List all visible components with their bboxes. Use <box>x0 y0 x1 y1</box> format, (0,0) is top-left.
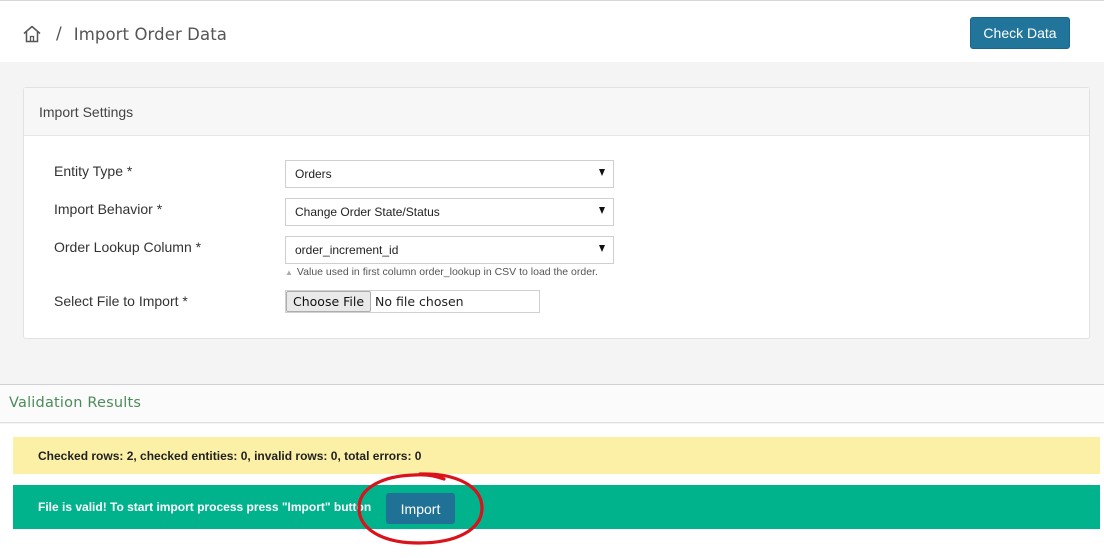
validation-results-title: Validation Results <box>9 395 142 411</box>
chevron-down-icon <box>599 169 605 176</box>
chevron-down-icon <box>599 245 605 252</box>
validation-success-message: File is valid! To start import process p… <box>13 485 1100 529</box>
import-settings-panel: Import Settings Entity Type * Orders Imp… <box>23 87 1090 339</box>
file-status: No file chosen <box>375 294 464 309</box>
import-behavior-select[interactable]: Change Order State/Status <box>285 198 614 226</box>
triangle-up-icon: ▲ <box>285 268 293 277</box>
file-label: Select File to Import * <box>54 293 188 309</box>
lookup-column-label: Order Lookup Column * <box>54 239 202 255</box>
success-message-text: File is valid! To start import process p… <box>38 500 372 514</box>
import-button[interactable]: Import <box>386 493 455 524</box>
lookup-column-select[interactable]: order_increment_id <box>285 236 614 264</box>
entity-type-select[interactable]: Orders <box>285 160 614 188</box>
import-behavior-value: Change Order State/Status <box>295 205 440 219</box>
validation-results-header: Validation Results <box>0 385 1104 423</box>
top-bar: / Import Order Data Check Data <box>0 0 1104 62</box>
lookup-column-value: order_increment_id <box>295 243 399 257</box>
home-icon[interactable] <box>22 24 42 44</box>
entity-type-value: Orders <box>295 167 332 181</box>
breadcrumb: / Import Order Data <box>22 21 227 47</box>
choose-file-button[interactable]: Choose File <box>286 291 372 312</box>
breadcrumb-separator: / <box>56 24 62 44</box>
chevron-down-icon <box>599 207 605 214</box>
check-data-button[interactable]: Check Data <box>970 17 1070 49</box>
validation-summary-message: Checked rows: 2, checked entities: 0, in… <box>13 437 1100 474</box>
page-title: Import Order Data <box>73 24 227 44</box>
entity-type-label: Entity Type * <box>54 163 133 179</box>
import-behavior-label: Import Behavior * <box>54 201 163 217</box>
file-input[interactable]: Choose File No file chosen <box>285 290 540 313</box>
lookup-column-hint: ▲ Value used in first column order_lookup… <box>285 266 598 278</box>
lookup-column-hint-text: Value used in first column order_lookup … <box>296 266 598 278</box>
panel-title: Import Settings <box>24 88 1089 136</box>
